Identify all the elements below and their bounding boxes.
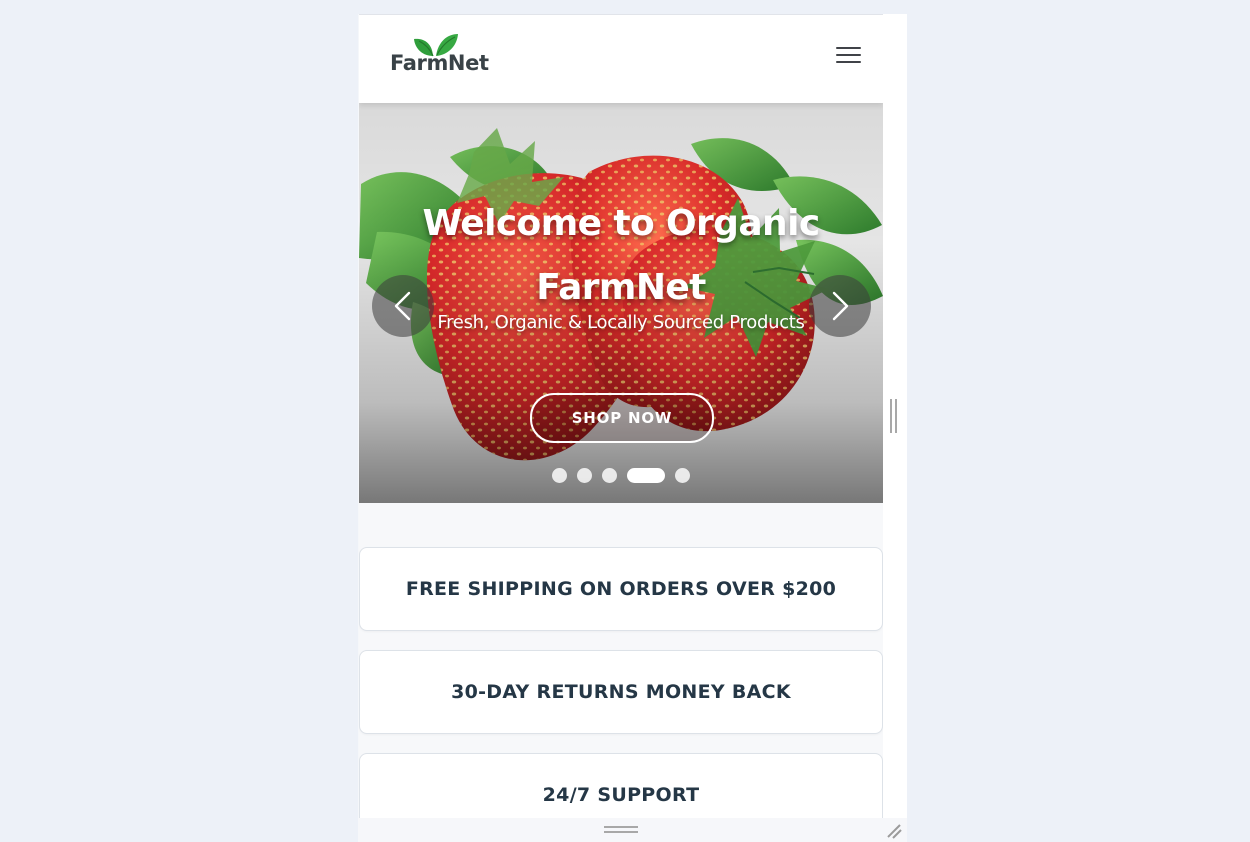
logo-text: FarmNet [390,51,489,75]
resize-line [604,831,638,833]
slide-dot-active[interactable] [627,468,665,483]
chevron-right-icon [832,291,849,321]
horizontal-resize-handle-icon[interactable] [604,826,638,834]
hero-subtitle: Fresh, Organic & Locally Sourced Product… [437,312,805,333]
shop-now-button[interactable]: SHOP NOW [530,393,714,443]
resize-line [890,399,892,433]
hero-carousel: Welcome to Organic FarmNet Fresh, Organi… [359,102,883,503]
menu-line [836,47,861,49]
next-slide-button[interactable] [809,275,871,337]
menu-line [836,61,861,63]
slide-dot-3[interactable] [602,468,617,483]
slide-dot-5[interactable] [675,468,690,483]
responsive-preview-viewport: FarmNet Welcome to Organic FarmNet Fresh… [358,14,907,842]
farmnet-page: FarmNet Welcome to Organic FarmNet Fresh… [359,14,883,842]
hamburger-menu-icon[interactable] [835,43,863,67]
free-shipping-card: FREE SHIPPING ON ORDERS OVER $200 [359,547,883,631]
menu-line [836,54,861,56]
previous-slide-button[interactable] [372,275,434,337]
resize-line [895,399,897,433]
vertical-resize-handle-icon[interactable] [890,399,898,433]
slide-dot-1[interactable] [552,468,567,483]
farmnet-logo[interactable]: FarmNet [390,31,500,75]
diagonal-resize-grip-icon[interactable] [886,823,902,839]
resize-line [604,826,638,828]
returns-card: 30-DAY RETURNS MONEY BACK [359,650,883,734]
hero-title: Welcome to Organic FarmNet [422,203,820,309]
slide-dot-2[interactable] [577,468,592,483]
site-header: FarmNet [359,14,883,103]
chevron-left-icon [394,291,411,321]
